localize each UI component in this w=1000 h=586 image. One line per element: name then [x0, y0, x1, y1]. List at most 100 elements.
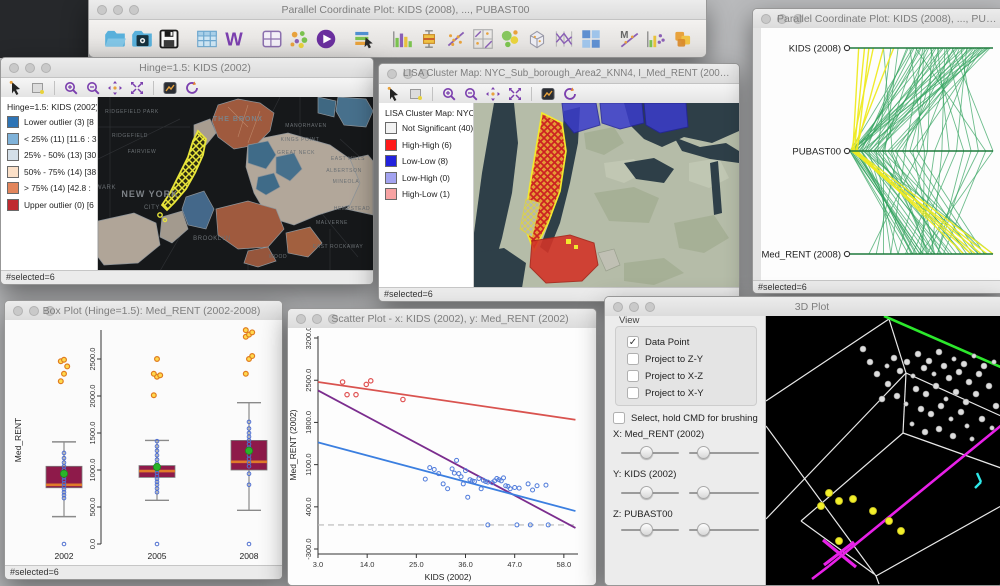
- slider-2-b[interactable]: [689, 523, 759, 536]
- main-titlebar[interactable]: Parallel Coordinate Plot: KIDS (2008), .…: [89, 0, 706, 20]
- map-movie-icon[interactable]: [314, 26, 338, 52]
- pcp-plot-area[interactable]: KIDS (2008)PUBAST00Med_RENT (2008): [761, 28, 1000, 281]
- slider-knob[interactable]: [640, 486, 653, 499]
- svg-text:2000.0: 2000.0: [88, 385, 97, 408]
- select-rect-icon[interactable]: [407, 85, 425, 103]
- slider-0-a[interactable]: [621, 446, 679, 459]
- weights-manager-icon[interactable]: W: [222, 26, 246, 52]
- boxplot-plot-area[interactable]: 0.0500.01000.01500.02000.02500.0Med_RENT…: [5, 320, 282, 566]
- moran-scatter-icon[interactable]: M: [617, 26, 641, 52]
- legend-entry: Low-High (0): [385, 172, 470, 184]
- hinge-titlebar[interactable]: Hinge=1.5: KIDS (2002): [1, 58, 373, 78]
- close-project-icon[interactable]: [130, 26, 154, 52]
- hinge-map-toolbar: [1, 78, 373, 99]
- hinge-map-canvas[interactable]: RIDGEFIELD PARKRIDGEFIELDFAIRVIEWTHE BRO…: [98, 97, 373, 271]
- scatter-plot-area[interactable]: 3200.02500.01800.01100.0400.0-300.03.014…: [288, 328, 596, 585]
- zoom-in-icon[interactable]: [62, 79, 80, 97]
- svg-text:EAST HILLS: EAST HILLS: [331, 156, 365, 162]
- clusters-icon[interactable]: [287, 26, 311, 52]
- lisa-high-high-region: [530, 235, 598, 283]
- 3d-plot-icon[interactable]: [525, 26, 549, 52]
- slider-1-b[interactable]: [689, 486, 759, 499]
- boxplot-icon[interactable]: [417, 26, 441, 52]
- slider-knob[interactable]: [697, 523, 710, 536]
- histogram-icon[interactable]: [390, 26, 414, 52]
- zoom-in-icon[interactable]: [440, 85, 458, 103]
- slider-0-b[interactable]: [689, 446, 759, 459]
- hinge-window-title: Hinge=1.5: KIDS (2002): [25, 62, 365, 74]
- checkbox-project-to-x-y[interactable]: Project to X-Y: [627, 387, 704, 399]
- category-editor-icon[interactable]: [352, 26, 376, 52]
- basemap-icon[interactable]: [161, 79, 179, 97]
- svg-text:ALBERTSON: ALBERTSON: [326, 168, 362, 174]
- checkbox-project-to-z-y[interactable]: Project to Z-Y: [627, 353, 703, 365]
- axis-label-2: Z: PUBAST00: [613, 509, 673, 520]
- pcp-svg: KIDS (2008)PUBAST00Med_RENT (2008): [761, 28, 1000, 281]
- desktop-background: [0, 0, 88, 58]
- svg-text:MINEOLA: MINEOLA: [333, 179, 360, 185]
- checkbox-select-brushing[interactable]: Select, hold CMD for brushing: [613, 412, 758, 424]
- svg-text:BROOKLYN: BROOKLYN: [193, 236, 231, 242]
- scatter-titlebar[interactable]: Scatter Plot - x: KIDS (2002), y: Med_RE…: [288, 309, 596, 329]
- full-extent-icon[interactable]: [128, 79, 146, 97]
- refresh-icon[interactable]: [183, 79, 201, 97]
- bubble-chart-icon[interactable]: [498, 26, 522, 52]
- full-extent-icon[interactable]: [506, 85, 524, 103]
- slider-knob[interactable]: [640, 523, 653, 536]
- boxplot-titlebar[interactable]: Box Plot (Hinge=1.5): Med_RENT (2002-200…: [5, 301, 282, 321]
- open-project-icon[interactable]: [103, 26, 127, 52]
- pcp-titlebar[interactable]: Parallel Coordinate Plot: KIDS (2008), .…: [753, 9, 1000, 29]
- checkbox-project-to-x-z[interactable]: Project to X-Z: [627, 370, 703, 382]
- pan-icon[interactable]: [106, 79, 124, 97]
- scatter-plot-icon[interactable]: [444, 26, 468, 52]
- slider-knob[interactable]: [640, 446, 653, 459]
- lisa-titlebar[interactable]: LISA Cluster Map: NYC_Sub_borough_Area2_…: [379, 64, 739, 84]
- checkbox-box[interactable]: [613, 412, 625, 424]
- scatter-matrix-icon[interactable]: [471, 26, 495, 52]
- legend-entry: Upper outlier (0) [6: [7, 199, 94, 211]
- maps-icon[interactable]: [260, 26, 284, 52]
- slider-2-a[interactable]: [621, 523, 679, 536]
- lisa-map-canvas[interactable]: [474, 103, 739, 288]
- hinge-map-svg: RIDGEFIELD PARKRIDGEFIELDFAIRVIEWTHE BRO…: [98, 97, 373, 271]
- checkbox-box[interactable]: ✓: [627, 336, 639, 348]
- svg-text:25.0: 25.0: [409, 560, 424, 569]
- table-icon[interactable]: [195, 26, 219, 52]
- threed-titlebar[interactable]: 3D Plot: [605, 297, 1000, 317]
- slider-knob[interactable]: [697, 446, 710, 459]
- conditional-plot-icon[interactable]: [579, 26, 603, 52]
- checkbox-box[interactable]: [627, 387, 639, 399]
- svg-text:3.0: 3.0: [313, 560, 323, 569]
- select-rect-icon[interactable]: [29, 79, 47, 97]
- checkbox-box[interactable]: [627, 353, 639, 365]
- basemap-icon[interactable]: [539, 85, 557, 103]
- checkbox-data-point[interactable]: ✓Data Point: [627, 336, 689, 348]
- legend-swatch: [7, 182, 19, 194]
- legend-title: Hinge=1.5: KIDS (2002): [7, 102, 94, 112]
- boxplot-svg: 0.0500.01000.01500.02000.02500.0Med_RENT…: [5, 320, 282, 566]
- lisa-cluster-icon[interactable]: [644, 26, 668, 52]
- pcp-window-title: Parallel Coordinate Plot: KIDS (2008), .…: [777, 13, 997, 25]
- select-arrow-icon[interactable]: [7, 79, 25, 97]
- legend-entry: 25% - 50% (13) [30: [7, 149, 94, 161]
- main-toolbar: WMREG: [89, 20, 706, 58]
- parallel-coordinates-icon[interactable]: [552, 26, 576, 52]
- threed-canvas[interactable]: [766, 316, 1000, 585]
- svg-text:1000.0: 1000.0: [88, 459, 97, 482]
- slider-knob[interactable]: [697, 486, 710, 499]
- slider-1-a[interactable]: [621, 486, 679, 499]
- zoom-out-icon[interactable]: [84, 79, 102, 97]
- toolbar-divider: [54, 81, 55, 95]
- threed-window: 3D Plot View ✓Data Point Project to Z-Y …: [604, 296, 1000, 586]
- legend-entry: Lower outlier (3) [8: [7, 116, 94, 128]
- select-arrow-icon[interactable]: [385, 85, 403, 103]
- checkbox-box[interactable]: [627, 370, 639, 382]
- lisa-map-toolbar: [379, 84, 739, 105]
- save-project-icon[interactable]: [157, 26, 181, 52]
- zoom-out-icon[interactable]: [462, 85, 480, 103]
- legend-entry: Not Significant (40): [385, 122, 470, 134]
- refresh-icon[interactable]: [561, 85, 579, 103]
- cartogram-icon[interactable]: [671, 26, 695, 52]
- pan-icon[interactable]: [484, 85, 502, 103]
- legend-label: < 25% (11) [11.6 : 3: [24, 134, 97, 144]
